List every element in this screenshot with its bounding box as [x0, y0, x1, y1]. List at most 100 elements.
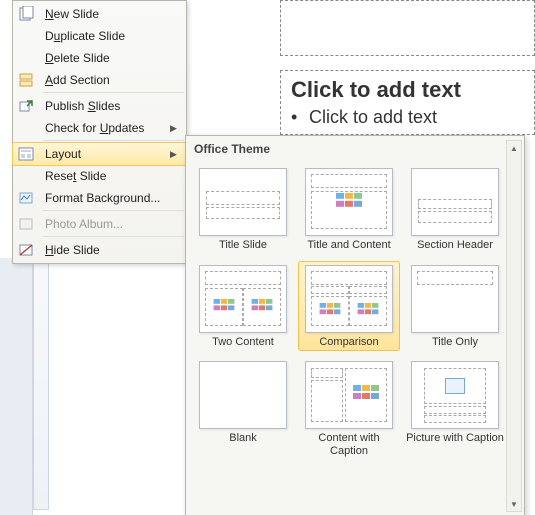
- body-placeholder-text[interactable]: Click to add text: [309, 107, 437, 127]
- layout-section-header[interactable]: Section Header: [404, 164, 506, 255]
- thumb-caption-body: [311, 380, 343, 422]
- text-placeholder-box[interactable]: Click to add text •Click to add text: [280, 70, 535, 135]
- slide-panel-strip: [0, 258, 33, 515]
- menu-photo-album-label: Photo Album...: [39, 217, 180, 231]
- menu-separator: [43, 210, 184, 212]
- gallery-body: Title Slide Title and Content: [190, 162, 506, 512]
- layout-blank[interactable]: Blank: [192, 357, 294, 460]
- thumb-line: [418, 199, 492, 209]
- publish-icon: [13, 95, 39, 117]
- hide-slide-icon: [13, 239, 39, 261]
- menu-format-background-label: Format Background...: [39, 191, 180, 205]
- thumb-content-box: [345, 368, 387, 422]
- menu-hide-slide[interactable]: Hide Slide: [13, 239, 186, 261]
- layout-grid: Title Slide Title and Content: [190, 162, 506, 463]
- picture-icon: [445, 378, 465, 394]
- layout-title-and-content[interactable]: Title and Content: [298, 164, 400, 255]
- gallery-scrollbar[interactable]: ▲ ▼: [506, 140, 522, 512]
- menu-new-slide[interactable]: New Slide: [13, 3, 186, 25]
- thumb-title-line: [205, 271, 281, 285]
- layout-picture-with-caption[interactable]: Picture with Caption: [404, 357, 506, 460]
- menu-reset-slide[interactable]: Reset Slide: [13, 165, 186, 187]
- menu-check-updates[interactable]: Check for Updates ▶: [13, 117, 186, 139]
- scroll-up-icon[interactable]: ▲: [508, 141, 520, 155]
- layout-label: Title and Content: [299, 239, 399, 252]
- layout-label: Picture with Caption: [405, 432, 505, 445]
- thumb-caption-line: [424, 415, 486, 423]
- menu-separator: [43, 236, 184, 238]
- thumb-caption-left: [311, 286, 349, 294]
- chevron-right-icon: ▶: [170, 123, 180, 134]
- thumb-title-line: [417, 271, 493, 285]
- layout-gallery: Office Theme ▲ ▼ Title Slide: [185, 135, 525, 515]
- editor-canvas: Click to add text •Click to add text New…: [0, 0, 535, 515]
- add-section-icon: [13, 69, 39, 91]
- menu-check-updates-label: Check for Updates: [39, 121, 170, 135]
- vertical-ruler: [33, 258, 49, 510]
- layout-thumb: [411, 361, 499, 429]
- menu-layout-label: Layout: [39, 147, 170, 161]
- layout-label: Comparison: [299, 336, 399, 349]
- layout-content-with-caption[interactable]: Content with Caption: [298, 357, 400, 460]
- thumb-subtitle-line: [206, 207, 280, 219]
- layout-thumb: [305, 361, 393, 429]
- menu-duplicate-slide-label: Duplicate Slide: [39, 29, 180, 43]
- thumb-title-line: [206, 191, 280, 205]
- menu-publish-slides[interactable]: Publish Slides: [13, 95, 186, 117]
- layout-icon: [13, 143, 39, 165]
- format-background-icon: [13, 187, 39, 209]
- layout-label: Blank: [193, 432, 293, 445]
- blank-icon: [13, 47, 39, 69]
- thumb-caption-right: [349, 286, 387, 294]
- thumb-title-line: [311, 271, 387, 285]
- menu-add-section-label: Add Section: [39, 73, 180, 87]
- thumb-col-right: [243, 288, 281, 326]
- menu-photo-album: Photo Album...: [13, 213, 186, 235]
- new-slide-icon: [13, 3, 39, 25]
- layout-thumb: [199, 265, 287, 333]
- blank-icon: [13, 165, 39, 187]
- bullet-icon: •: [291, 107, 309, 128]
- thumb-col-left: [205, 288, 243, 326]
- thumb-col-left: [311, 296, 349, 326]
- thumb-caption-line: [424, 406, 486, 414]
- layout-comparison[interactable]: Comparison: [298, 261, 400, 352]
- thumb-title-line: [311, 174, 387, 188]
- layout-label: Content with Caption: [299, 432, 399, 457]
- menu-hide-slide-label: Hide Slide: [39, 243, 180, 257]
- menu-add-section[interactable]: Add Section: [13, 69, 186, 91]
- layout-thumb: [411, 168, 499, 236]
- thumb-caption-title: [311, 368, 343, 378]
- layout-thumb: [199, 361, 287, 429]
- layout-label: Section Header: [405, 239, 505, 252]
- content-icon: [336, 193, 362, 216]
- layout-thumb: [199, 168, 287, 236]
- thumb-col-right: [349, 296, 387, 326]
- scroll-down-icon[interactable]: ▼: [508, 497, 520, 511]
- menu-separator: [43, 92, 184, 94]
- gallery-header: Office Theme: [186, 136, 524, 162]
- layout-two-content[interactable]: Two Content: [192, 261, 294, 352]
- layout-thumb: [305, 168, 393, 236]
- slide-area: Click to add text •Click to add text: [280, 0, 535, 135]
- menu-duplicate-slide[interactable]: Duplicate Slide: [13, 25, 186, 47]
- thumb-line: [418, 211, 492, 223]
- photo-album-icon: [13, 213, 39, 235]
- layout-title-slide[interactable]: Title Slide: [192, 164, 294, 255]
- layout-label: Title Only: [405, 336, 505, 349]
- menu-layout[interactable]: Layout ▶: [12, 142, 187, 166]
- chevron-right-icon: ▶: [170, 149, 180, 160]
- thumb-picture-box: [424, 368, 486, 404]
- layout-thumb: [411, 265, 499, 333]
- layout-thumb: [305, 265, 393, 333]
- menu-delete-slide-label: Delete Slide: [39, 51, 180, 65]
- slide-boundary-top: [280, 0, 535, 56]
- menu-format-background[interactable]: Format Background...: [13, 187, 186, 209]
- body-placeholder-line[interactable]: •Click to add text: [291, 107, 524, 128]
- menu-delete-slide[interactable]: Delete Slide: [13, 47, 186, 69]
- context-menu: New Slide Duplicate Slide Delete Slide A…: [12, 0, 187, 264]
- layout-title-only[interactable]: Title Only: [404, 261, 506, 352]
- menu-reset-slide-label: Reset Slide: [39, 169, 180, 183]
- menu-publish-slides-label: Publish Slides: [39, 99, 180, 113]
- title-placeholder-text[interactable]: Click to add text: [291, 77, 524, 103]
